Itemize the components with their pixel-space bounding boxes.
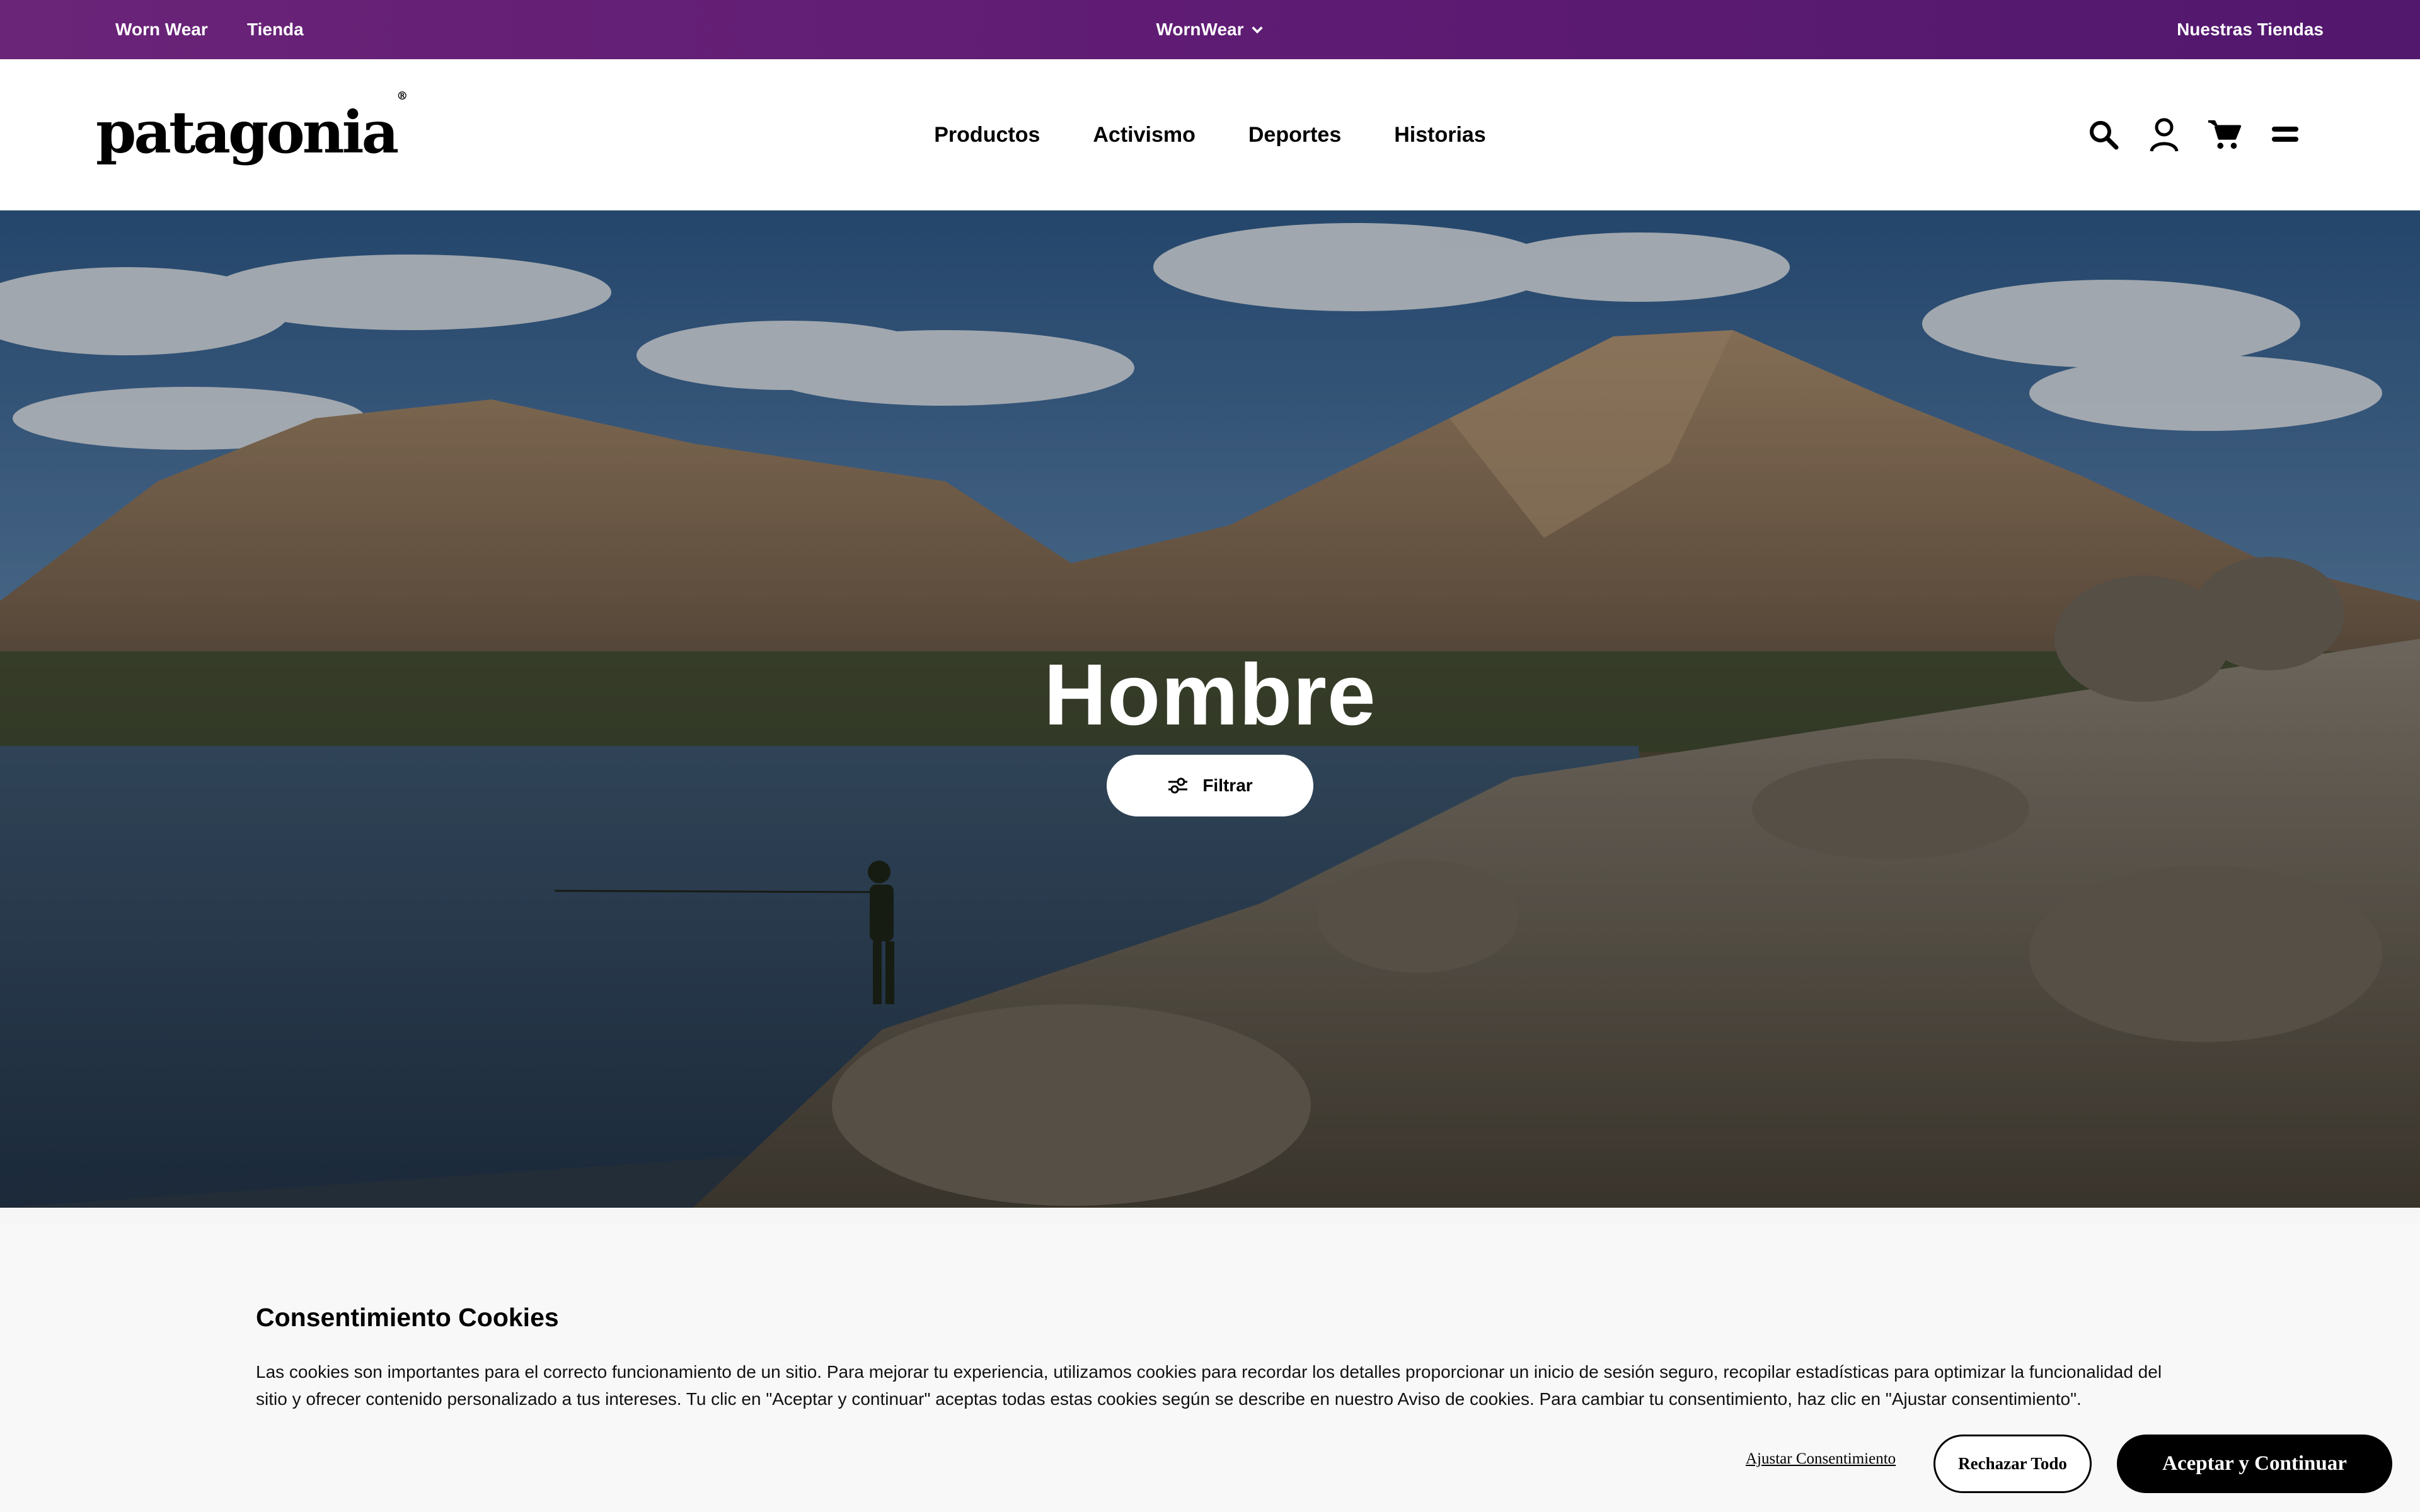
menu-icon[interactable] [2267, 117, 2303, 152]
nav-productos[interactable]: Productos [934, 123, 1040, 147]
main-nav: Productos Activismo Deportes Historias [0, 59, 2420, 210]
reject-all-button[interactable]: Rechazar Todo [1933, 1435, 2092, 1493]
search-icon[interactable] [2086, 117, 2121, 152]
adjust-consent-link[interactable]: Ajustar Consentimiento [1746, 1450, 1896, 1468]
stores-link[interactable]: Nuestras Tiendas [2177, 20, 2324, 40]
nav-historias[interactable]: Historias [1394, 123, 1486, 147]
wornwear-label: WornWear [1156, 20, 1244, 39]
site-header: patagonia® Productos Activismo Deportes … [0, 59, 2420, 210]
chevron-down-icon [1251, 26, 1263, 34]
cart-icon[interactable] [2207, 117, 2242, 152]
hero-banner: Hombre Filtrar [0, 210, 2420, 1208]
accept-continue-button[interactable]: Aceptar y Continuar [2117, 1435, 2392, 1493]
nav-deportes[interactable]: Deportes [1248, 123, 1341, 147]
cookie-body: Las cookies son importantes para el corr… [256, 1362, 2162, 1409]
filter-sliders-icon [1168, 777, 1188, 794]
nav-activismo[interactable]: Activismo [1093, 123, 1196, 147]
header-icons [2086, 59, 2303, 210]
cookie-consent-banner: Consentimiento Cookies Las cookies son i… [0, 1223, 2420, 1512]
wornwear-dropdown[interactable]: WornWear [0, 0, 2420, 59]
promo-bar: Worn Wear Tienda WornWear Nuestras Tiend… [0, 0, 2420, 59]
account-icon[interactable] [2146, 117, 2182, 152]
filter-button[interactable]: Filtrar [1107, 755, 1313, 816]
page-title: Hombre [1044, 646, 1376, 743]
filter-label: Filtrar [1202, 776, 1253, 795]
cookie-title: Consentimiento Cookies [256, 1303, 559, 1332]
